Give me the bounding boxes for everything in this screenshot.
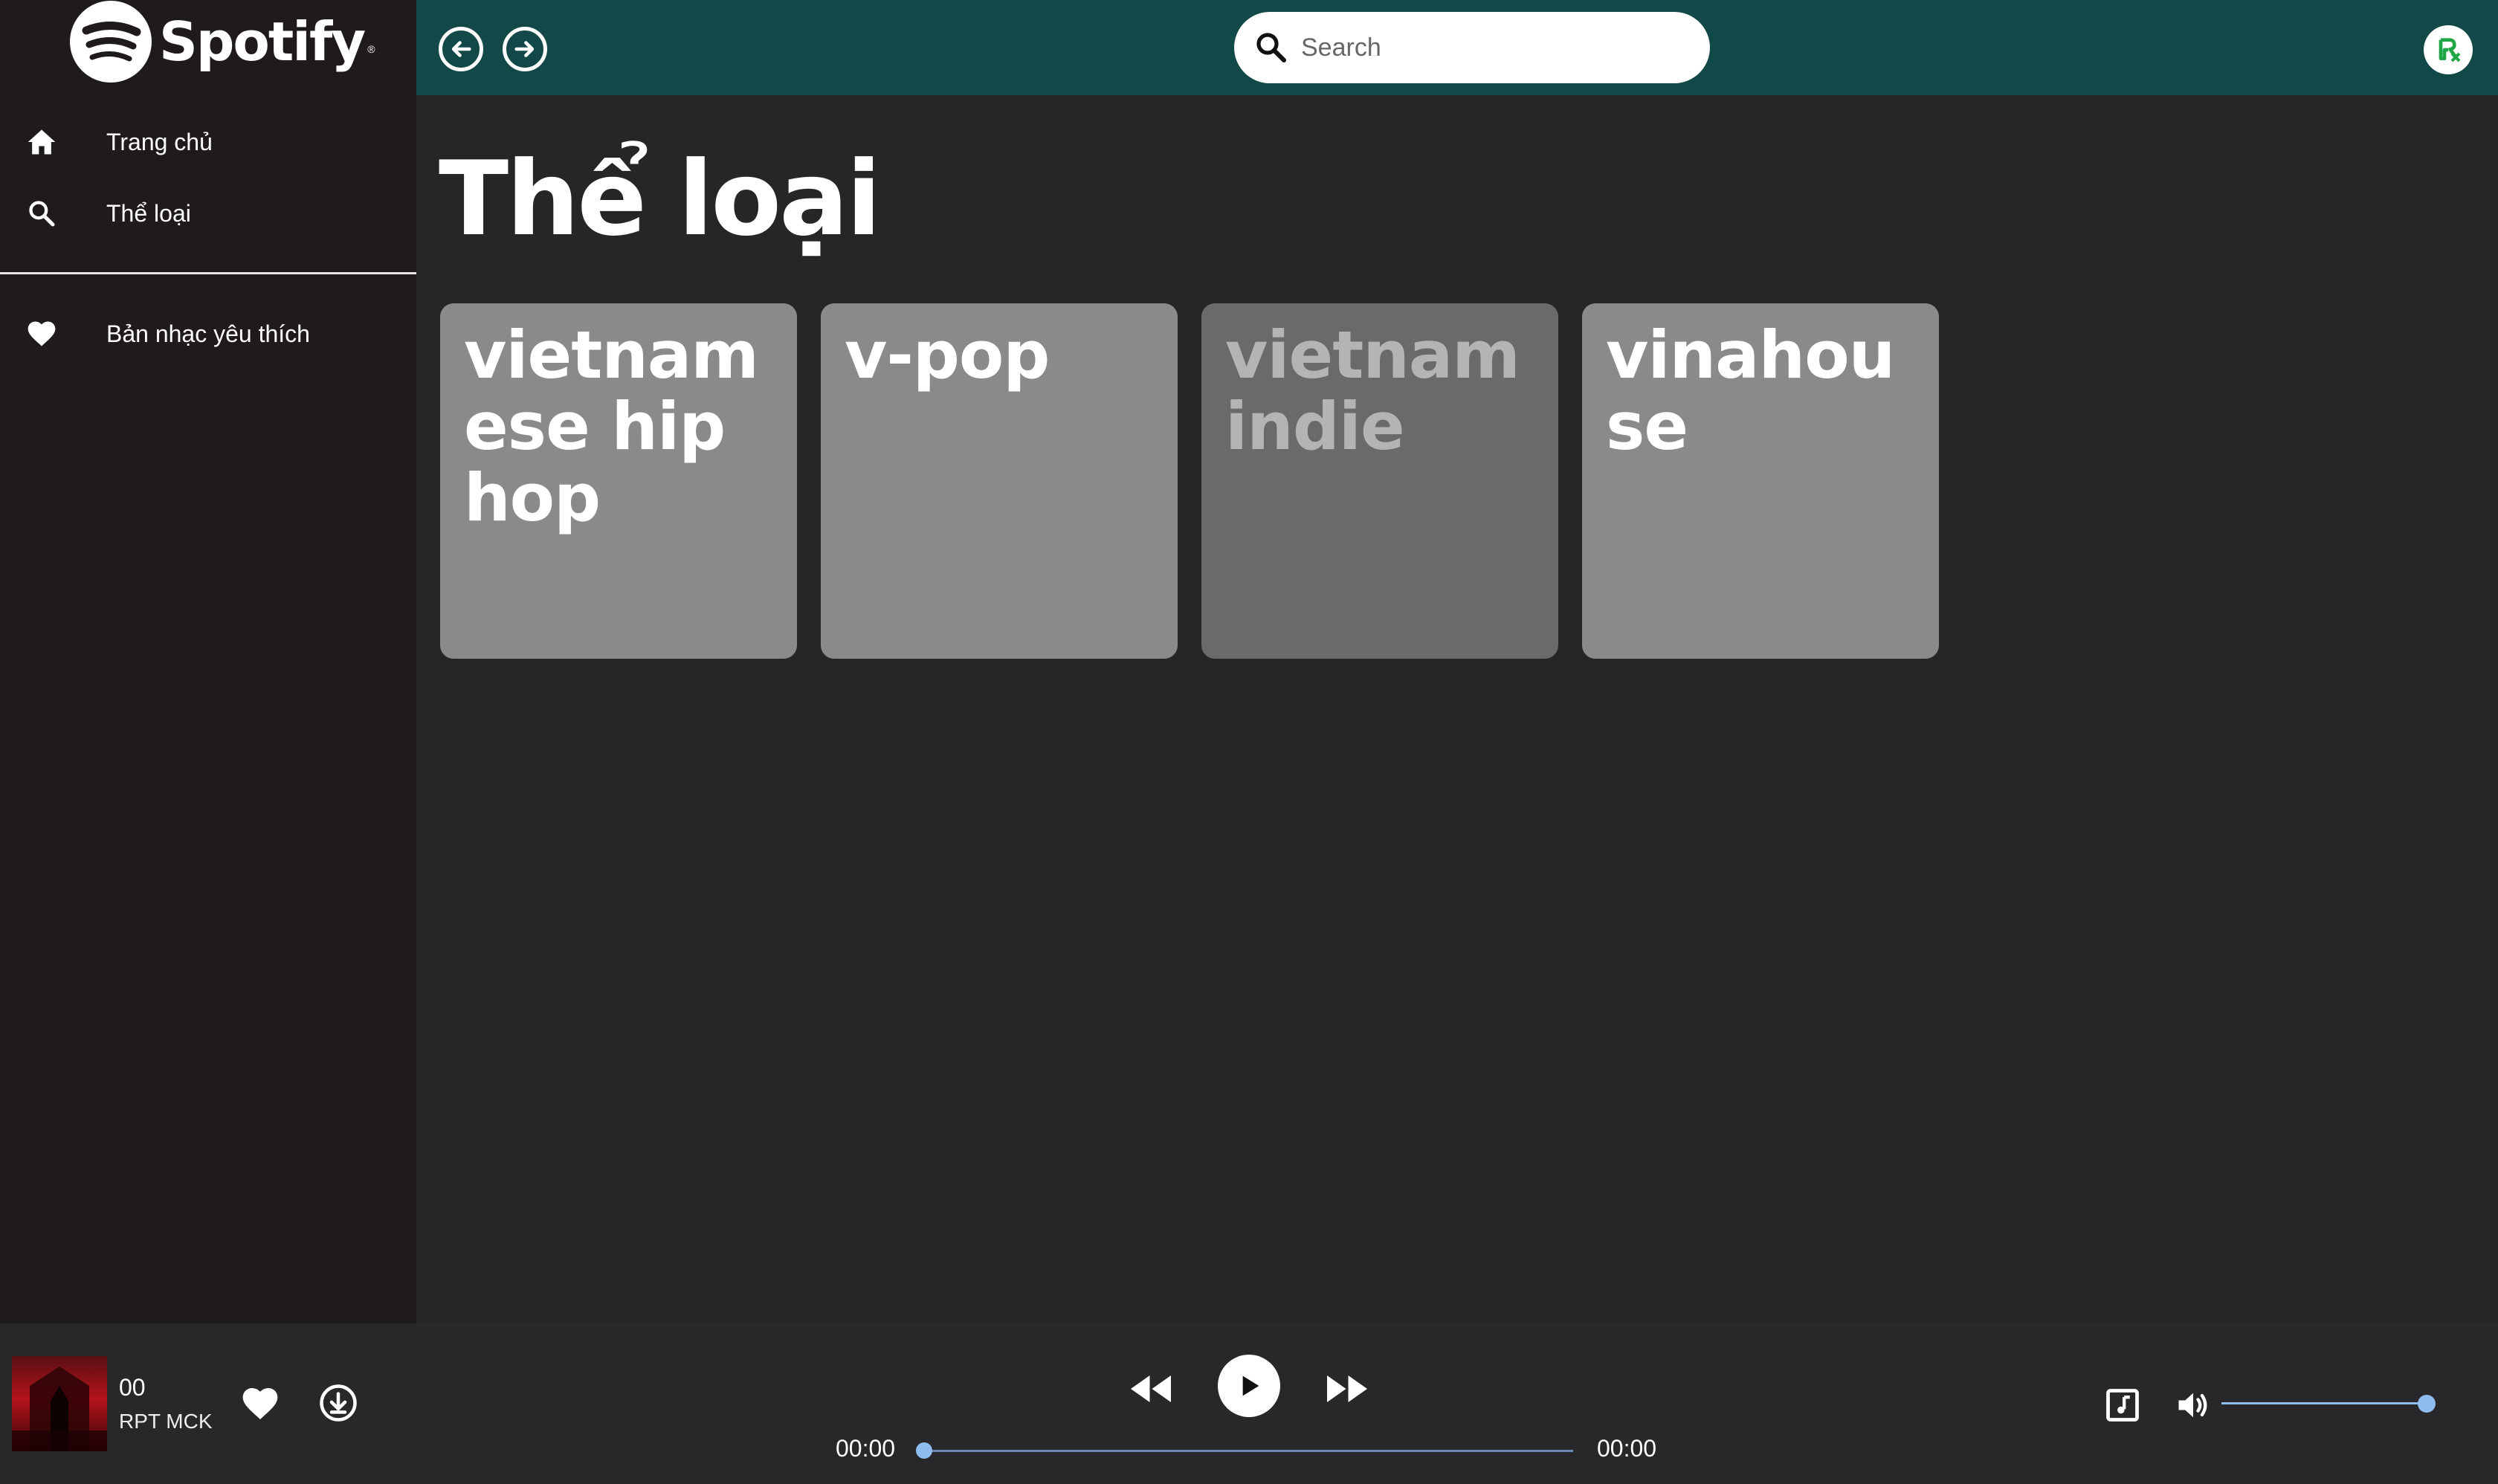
sidebar-item-label: Trang chủ bbox=[106, 128, 213, 155]
registered-mark: ® bbox=[367, 43, 375, 55]
top-bar bbox=[416, 0, 2498, 95]
genre-card-vinahouse[interactable]: vinahouse bbox=[1582, 303, 1939, 659]
genre-label: v-pop bbox=[845, 317, 1050, 393]
sidebar-item-genres[interactable]: Thể loại bbox=[0, 180, 416, 247]
spotify-logo[interactable]: Spotify ® bbox=[70, 0, 375, 83]
lyrics-note-icon[interactable] bbox=[2102, 1386, 2143, 1425]
fast-forward-icon[interactable] bbox=[1320, 1362, 1374, 1416]
genre-label: vietnam indie bbox=[1225, 317, 1520, 465]
search-icon bbox=[1256, 33, 1286, 62]
volume-slider[interactable] bbox=[2221, 1402, 2427, 1404]
forward-button[interactable] bbox=[503, 27, 547, 71]
song-artist[interactable]: RPT MCK bbox=[119, 1410, 213, 1433]
arrow-left-icon bbox=[451, 41, 471, 57]
genre-card-vietnamese-hip-hop[interactable]: vietnamese hip hop bbox=[440, 303, 797, 659]
player-bar: 00 RPT MCK 00:00 00:00 bbox=[0, 1323, 2498, 1484]
progress-handle[interactable] bbox=[916, 1442, 932, 1459]
volume-handle[interactable] bbox=[2418, 1395, 2436, 1413]
rewind-icon[interactable] bbox=[1124, 1362, 1178, 1416]
spotify-icon bbox=[70, 1, 152, 83]
arrow-right-icon bbox=[514, 41, 535, 57]
like-heart-icon[interactable] bbox=[239, 1383, 281, 1425]
page-title: Thể loại bbox=[439, 139, 882, 259]
genre-label: vietnamese hip hop bbox=[464, 317, 759, 536]
genre-card-v-pop[interactable]: v-pop bbox=[821, 303, 1178, 659]
sidebar: Spotify ® Trang chủ Thể loại Bản nhạc yê… bbox=[0, 0, 416, 1323]
total-time: 00:00 bbox=[1597, 1435, 1657, 1462]
genre-label: vinahouse bbox=[1606, 317, 1895, 465]
user-avatar-icon[interactable] bbox=[2424, 25, 2473, 74]
progress-bar[interactable] bbox=[923, 1450, 1573, 1452]
search-bar[interactable] bbox=[1234, 12, 1710, 83]
sidebar-item-label: Thể loại bbox=[106, 199, 191, 227]
genre-card-vietnam-indie[interactable]: vietnam indie bbox=[1201, 303, 1558, 659]
play-icon bbox=[1242, 1375, 1259, 1396]
current-time: 00:00 bbox=[836, 1435, 896, 1462]
play-button[interactable] bbox=[1218, 1355, 1280, 1417]
song-title[interactable]: 00 bbox=[119, 1374, 146, 1401]
heart-icon bbox=[24, 316, 59, 352]
album-cover[interactable] bbox=[12, 1356, 107, 1451]
back-button[interactable] bbox=[439, 27, 483, 71]
download-circle-icon[interactable] bbox=[318, 1383, 358, 1423]
app-name: Spotify bbox=[159, 10, 366, 73]
sidebar-item-home[interactable]: Trang chủ bbox=[0, 109, 416, 175]
home-icon bbox=[24, 124, 59, 160]
search-input[interactable] bbox=[1301, 25, 1688, 70]
search-icon bbox=[24, 196, 59, 231]
sidebar-item-label: Bản nhạc yêu thích bbox=[106, 320, 310, 347]
sidebar-item-favorites[interactable]: Bản nhạc yêu thích bbox=[0, 300, 416, 367]
volume-icon[interactable] bbox=[2174, 1386, 2213, 1425]
sidebar-divider bbox=[0, 272, 416, 274]
